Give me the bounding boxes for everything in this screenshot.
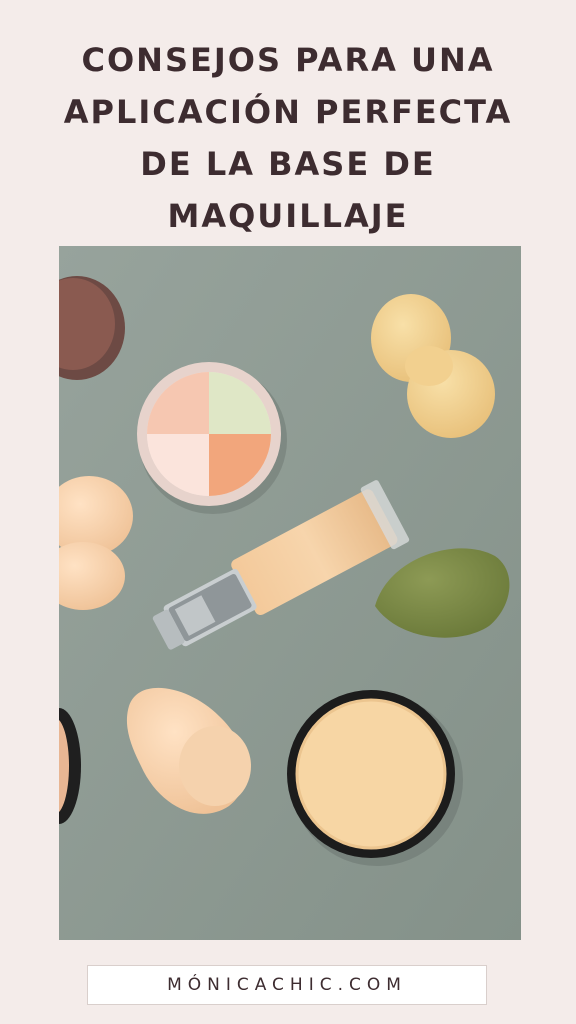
website-footer[interactable]: MÓNICACHIC.COM [87, 965, 487, 1005]
title-line-4: MAQUILLAJE [167, 197, 409, 235]
page-title: CONSEJOS PARA UNA APLICACIÓN PERFECTA DE… [0, 34, 576, 242]
title-line-2: APLICACIÓN PERFECTA [63, 93, 513, 131]
website-url[interactable]: MÓNICACHIC.COM [167, 975, 407, 995]
makeup-products-photo [59, 246, 521, 940]
title-line-1: CONSEJOS PARA UNA [81, 41, 495, 79]
title-line-3: DE LA BASE DE [140, 145, 436, 183]
